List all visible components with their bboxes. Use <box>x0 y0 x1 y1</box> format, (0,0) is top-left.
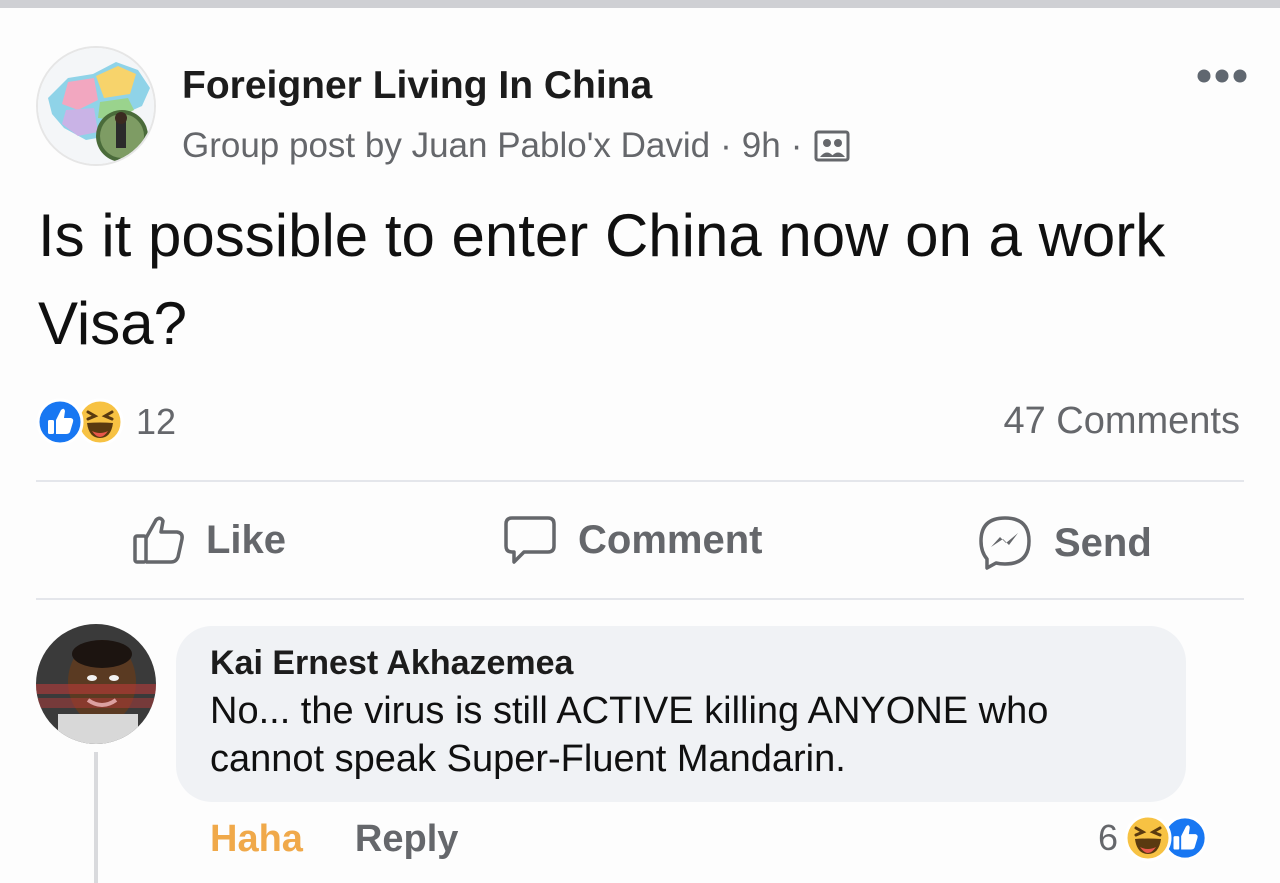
audience-icon <box>814 129 850 163</box>
reaction-count: 12 <box>136 401 177 442</box>
thread-line <box>94 752 98 883</box>
send-button[interactable]: Send <box>976 514 1152 572</box>
send-label: Send <box>1054 520 1152 565</box>
messenger-icon <box>979 516 1031 570</box>
comment-button[interactable]: Comment <box>502 514 762 566</box>
divider-bottom <box>36 598 1244 600</box>
haha-reaction-icon <box>1124 814 1172 862</box>
comment-icon <box>504 516 556 564</box>
top-strip <box>0 0 1280 8</box>
haha-button[interactable]: Haha <box>210 818 303 861</box>
post-meta: Group post by Juan Pablo'x David · 9h · <box>182 126 850 166</box>
divider-top <box>36 480 1244 482</box>
comment-reactions[interactable]: 6 <box>1098 814 1208 862</box>
like-outline-icon <box>133 516 184 564</box>
comment-reaction-count: 6 <box>1097 817 1118 858</box>
user-avatar[interactable] <box>36 624 156 744</box>
more-icon[interactable] <box>1196 68 1248 84</box>
group-name[interactable]: Foreigner Living In China <box>182 64 652 108</box>
post-time[interactable]: 9h <box>742 126 781 166</box>
post-reactions[interactable]: 12 <box>36 398 176 446</box>
reply-button[interactable]: Reply <box>355 818 458 861</box>
comments-count[interactable]: 47 Comments <box>1003 400 1240 443</box>
comment-author[interactable]: Kai Ernest Akhazemea <box>210 644 1152 683</box>
meta-separator-2: · <box>790 126 803 165</box>
like-button[interactable]: Like <box>132 514 286 566</box>
group-avatar[interactable] <box>36 46 156 166</box>
comment-actions: Haha Reply <box>210 818 458 861</box>
comment-text: No... the virus is still ACTIVE killing … <box>210 690 1049 780</box>
like-reaction-icon <box>36 398 84 446</box>
comment-bubble: Kai Ernest Akhazemea No... the virus is … <box>176 626 1186 802</box>
post-body: Is it possible to enter China now on a w… <box>38 202 1166 357</box>
comment-label: Comment <box>578 517 763 562</box>
post-author-line[interactable]: Group post by Juan Pablo'x David <box>182 126 710 166</box>
like-label: Like <box>206 517 287 562</box>
meta-separator: · <box>720 126 732 165</box>
